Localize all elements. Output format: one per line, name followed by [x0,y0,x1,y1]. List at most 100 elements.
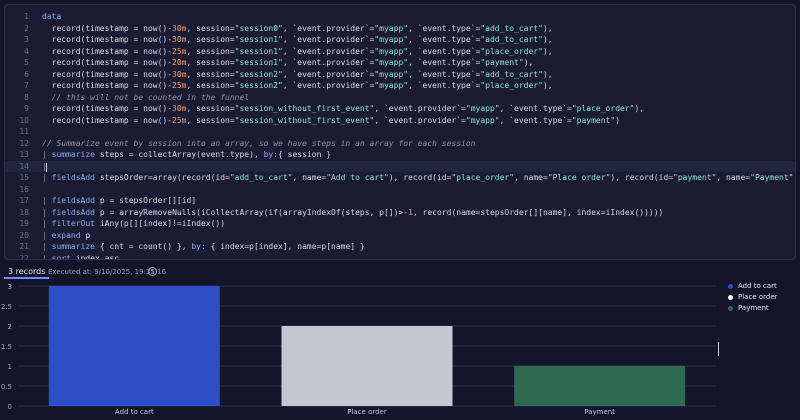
line-number: 22 [19,253,29,260]
y-tick-label: 0.5 [1,383,12,391]
code-token: ), [542,46,553,56]
code-token: record(timestamp = now()- [42,69,173,79]
code-line[interactable]: 13 | summarize steps = collectArray(event… [5,149,795,161]
line-number: 20 [19,230,29,240]
code-token: record(timestamp = now()- [42,23,173,33]
line-number: 14 [19,161,29,171]
code-token: fieldsAdd [51,207,95,217]
code-token: , name= [514,173,548,182]
code-token: iAny(p[][index]!=iIndex()) [95,219,226,228]
code-token: , `event.type`= [408,35,481,44]
code-line[interactable]: 22 | sort index asc [5,253,795,260]
code-text: record(timestamp = now()-25m, session="s… [42,46,553,58]
code-token: "session1" [234,35,283,44]
code-line[interactable]: 7 record(timestamp = now()-25m, session=… [5,80,795,92]
code-token: | [42,150,52,159]
resize-handle[interactable] [718,342,719,356]
line-number: 21 [19,242,29,251]
code-token: // Summarize event by session into an ar… [42,138,476,148]
code-line[interactable]: 6 record(timestamp = now()-30m, session=… [5,69,795,81]
code-line[interactable]: 19 | filterOut iAny(p[][index]!=iIndex()) [5,218,795,230]
code-text: record(timestamp = now()-25m, session="s… [42,80,553,92]
line-number: 9 [24,104,29,113]
code-token: "session_without_first_event" [234,115,375,125]
code-token: steps = collectArray(event.type), [95,150,264,159]
code-line[interactable]: 4 record(timestamp = now()-25m, session=… [5,46,795,58]
code-token: 25m [172,115,187,125]
bar-payment[interactable] [514,366,686,406]
code-token: record(timestamp = now()- [42,58,173,67]
code-line[interactable]: 1 data [5,11,795,23]
code-token: p = arrayRemoveNulls(iCollectArray(if(ar… [95,207,409,217]
line-number: 16 [19,184,29,194]
bar-place-order[interactable] [281,326,453,406]
code-line[interactable]: 9 record(timestamp = now()-30m, session=… [5,103,795,115]
code-token: "payment" [673,173,717,182]
code-line[interactable]: 20 | expand p [5,230,795,242]
line-number: 1 [24,12,29,21]
code-token: , `event.provider`= [282,58,375,67]
code-token: , session= [186,115,235,125]
line-number: 7 [24,81,29,90]
code-token: ), [542,35,553,44]
code-token: , `event.provider`= [374,115,466,125]
code-token: "session2" [234,69,283,79]
code-token: ) [615,115,621,125]
code-line[interactable]: 17 | fieldsAdd p = stepsOrder[][id] [5,195,795,207]
y-tick-label: 1.5 [1,343,12,351]
code-token: { cnt = count() }, [95,242,192,251]
code-token: , `event.provider`= [282,69,375,79]
code-token: , `event.type`= [408,23,481,33]
code-token: "myapp" [374,69,409,79]
code-token: , session= [186,69,235,79]
code-token: "add_to_cart" [480,35,543,44]
code-token: | [42,173,52,182]
code-token: , `event.type`= [408,81,481,90]
chart-canvas: 0 0.5 1 1.5 2 2.5 3 Add to cart Place order Payme… [1,283,716,416]
code-token: "place_order" [451,173,515,182]
records-tab[interactable]: 3 records [4,265,50,279]
code-line[interactable]: 14 | [5,160,795,172]
code-line[interactable]: 5 record(timestamp = now()-20m, session=… [5,57,795,69]
line-number: 11 [19,127,29,136]
code-token: , `event.provider`= [282,46,375,56]
code-line[interactable]: 11 [5,126,795,138]
code-line[interactable]: 2 record(timestamp = now()-30m, session=… [5,23,795,35]
code-text: | fieldsAdd p = arrayRemoveNulls(iCollec… [42,207,663,219]
code-token: "myapp" [374,46,409,56]
code-line[interactable]: 18 | fieldsAdd p = arrayRemoveNulls(iColl… [5,207,795,219]
code-token: 30m [172,35,187,44]
legend-label: Place order [738,293,778,301]
code-line[interactable]: 10 record(timestamp = now()-25m, session… [5,115,795,127]
line-number: 8 [24,92,29,102]
code-token: , `event.provider`= [282,81,375,90]
code-text: record(timestamp = now()-30m, session="s… [42,103,644,115]
y-tick-label: 2 [8,323,12,331]
code-token: fieldsAdd [51,196,95,205]
code-token: "myapp" [465,104,500,113]
code-text: record(timestamp = now()-30m, session="s… [42,69,553,81]
code-token: { session } [278,150,332,159]
code-token: "Payment" [750,173,794,182]
code-line[interactable]: 15 | fieldsAdd stepsOrder=array(record(id… [5,172,795,184]
code-token: 25m [172,46,187,56]
code-text: | fieldsAdd p = stepsOrder[][id] [42,195,196,207]
bar-add-to-cart[interactable] [48,286,220,406]
code-token: p [80,230,91,240]
code-line[interactable]: 12 // Summarize event by session into an … [5,138,795,150]
code-token: fieldsAdd [51,173,95,182]
code-line[interactable]: 8 // this will not be counted in the fun… [5,92,795,104]
code-line[interactable]: 3 record(timestamp = now()-30m, session=… [5,34,795,46]
code-token: , `event.provider`= [374,104,466,113]
code-token: "session2" [234,81,283,90]
code-line[interactable]: 16 [5,184,795,196]
code-text: record(timestamp = now()-30m, session="s… [42,34,553,46]
line-number: 3 [24,35,29,44]
code-token: | [42,219,52,228]
code-line[interactable]: 21 | summarize { cnt = count() }, by: { i… [5,241,795,253]
code-token: record(timestamp = now()- [42,81,173,90]
query-editor[interactable]: 1 data 2 record(timestamp = now()-30m, ses… [4,4,796,260]
code-token: 30m [172,23,187,33]
info-icon[interactable]: i [148,267,157,276]
code-token: "myapp" [374,35,409,44]
